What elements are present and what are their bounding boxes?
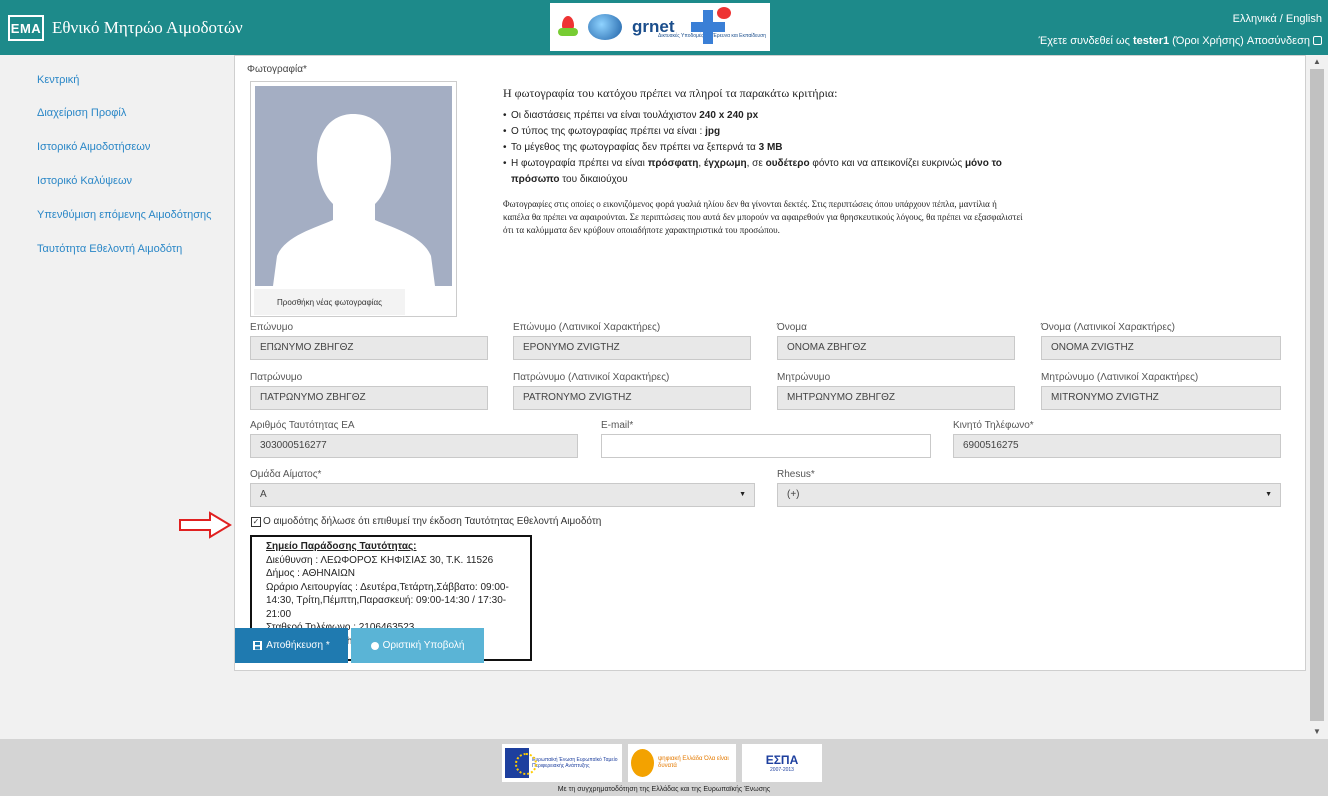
terms-link[interactable]: (Όροι Χρήσης) [1172, 35, 1244, 47]
photo-frame: Προσθήκη νέας φωτογραφίας [250, 81, 457, 317]
father-name-latin-field[interactable]: PATRONYMO ZVIGTHZ [513, 386, 751, 410]
app-title: Εθνικό Μητρώο Αιμοδοτών [52, 18, 243, 37]
criteria-item: Το μέγεθος της φωτογραφίας δεν πρέπει να… [503, 140, 1033, 156]
funding-logos: Ευρωπαϊκή Ένωση Ευρωπαϊκό Ταμείο Περιφερ… [502, 742, 828, 784]
brand[interactable]: ΕΜΑ Εθνικό Μητρώο Αιμοδοτών [8, 15, 243, 41]
add-photo-button[interactable]: Προσθήκη νέας φωτογραφίας [254, 289, 405, 315]
surname-latin-field[interactable]: EPONYMO ZVIGTHZ [513, 336, 751, 360]
surname-field[interactable]: ΕΠΩΝΥΜΟ ΖΒΗΓΘΖ [250, 336, 488, 360]
delivery-point-title: Σημείο Παράδοσης Ταυτότητας: [266, 541, 417, 552]
delivery-address: Διεύθυνση : ΛΕΩΦΟΡΟΣ ΚΗΦΙΣΙΑΣ 30, Τ.Κ. 1… [266, 554, 494, 566]
mother-name-latin-label: Μητρώνυμο (Λατινικοί Χαρακτήρες) [1041, 372, 1199, 383]
mother-name-latin-field[interactable]: MITRONYMO ZVIGTHZ [1041, 386, 1281, 410]
surname-latin-label: Επώνυμο (Λατινικοί Χαρακτήρες) [513, 322, 661, 333]
avatar-placeholder-icon [255, 86, 452, 286]
espa-years: 2007-2013 [770, 767, 794, 773]
logout-link[interactable]: Αποσύνδεση [1247, 35, 1310, 47]
criteria-item: Ο τύπος της φωτογραφίας πρέπει να είναι … [503, 124, 1033, 140]
father-name-field[interactable]: ΠΑΤΡΩΝΥΜΟ ΖΒΗΓΘΖ [250, 386, 488, 410]
eu-logo: Ευρωπαϊκή Ένωση Ευρωπαϊκό Ταμείο Περιφερ… [502, 744, 622, 782]
blood-drop-logo-icon [558, 14, 578, 40]
espa-logo-text: ΕΣΠΑ [765, 753, 799, 767]
scrollbar-thumb[interactable] [1310, 69, 1324, 721]
digital-greece-icon [631, 749, 655, 777]
delivery-hours: Ωράριο Λειτουργίας : Δευτέρα,Τετάρτη,Σάβ… [266, 581, 509, 620]
rhesus-value: (+) [787, 489, 800, 500]
scroll-down-arrow-icon[interactable]: ▼ [1313, 727, 1321, 736]
name-field[interactable]: ΟΝΟΜΑ ΖΒΗΓΘΖ [777, 336, 1015, 360]
dropdown-arrow-icon: ▼ [1265, 491, 1272, 498]
father-name-latin-label: Πατρώνυμο (Λατινικοί Χαρακτήρες) [513, 372, 670, 383]
sidebar-item-home[interactable]: Κεντρική [37, 74, 79, 86]
page-scrollbar[interactable]: ▲ ▼ [1306, 55, 1328, 739]
email-label: E-mail* [601, 420, 634, 431]
photo-label: Φωτογραφία* [247, 64, 307, 75]
name-latin-label: Όνομα (Λατινικοί Χαρακτήρες) [1041, 322, 1175, 333]
footer-caption: Με τη συγχρηματοδότηση της Ελλάδας και τ… [557, 786, 771, 793]
main-content: Φωτογραφία* Προσθήκη νέας φωτογραφίας Η … [179, 55, 1306, 671]
name-latin-field[interactable]: ONOMA ZVIGTHZ [1041, 336, 1281, 360]
final-submit-button-label: Οριστική Υποβολή [382, 640, 465, 651]
dropdown-arrow-icon: ▼ [739, 491, 746, 498]
delivery-municipality: Δήμος : ΑΘΗΝΑΙΩΝ [266, 568, 355, 579]
id-number-field[interactable]: 303000516277 [250, 434, 578, 458]
eu-logo-text: Ευρωπαϊκή Ένωση Ευρωπαϊκό Ταμείο Περιφερ… [532, 757, 618, 769]
digital-greece-logo: ψηφιακή Ελλάδα Όλα είναι δυνατά [628, 744, 736, 782]
footer: Ευρωπαϊκή Ένωση Ευρωπαϊκό Ταμείο Περιφερ… [0, 739, 1328, 796]
sidebar: Κεντρική Διαχείριση Προφίλ Ιστορικό Αιμο… [0, 55, 228, 739]
floppy-disk-icon [253, 641, 263, 650]
top-header: ΕΜΑ Εθνικό Μητρώο Αιμοδοτών grnet Δικτυα… [0, 0, 1328, 55]
donor-id-consent-checkbox[interactable]: ✓ [251, 517, 261, 527]
username: tester1 [1133, 35, 1170, 47]
espa-logo: ΕΣΠΑ 2007-2013 [742, 744, 822, 782]
scroll-up-arrow-icon[interactable]: ▲ [1313, 57, 1321, 66]
final-submit-button[interactable]: Οριστική Υποβολή [351, 628, 484, 663]
blood-group-select[interactable]: A ▼ [250, 483, 755, 507]
sidebar-item-donation-history[interactable]: Ιστορικό Αιμοδοτήσεων [37, 141, 150, 153]
ema-logo: ΕΜΑ [8, 15, 44, 41]
health-cross-logo-icon [690, 7, 731, 44]
criteria-note: Φωτογραφίες στις οποίες ο εικονιζόμενος … [503, 199, 1023, 235]
digital-greece-text: ψηφιακή Ελλάδα Όλα είναι δυνατά [658, 756, 729, 769]
criteria-title: Η φωτογραφία του κατόχου πρέπει να πληρο… [503, 86, 838, 100]
rhesus-label: Rhesus* [777, 469, 815, 480]
partner-logos: grnet Δικτυακές Υποδομές για Έρευνα και … [550, 3, 770, 51]
save-button[interactable]: Αποθήκευση * [235, 628, 348, 663]
logged-in-prefix: Έχετε συνδεθεί ως [1038, 35, 1130, 47]
criteria-item: Οι διαστάσεις πρέπει να είναι τουλάχιστο… [503, 108, 1033, 124]
father-name-label: Πατρώνυμο [250, 372, 303, 383]
mother-name-label: Μητρώνυμο [777, 372, 831, 383]
blood-group-value: A [260, 489, 267, 500]
name-label: Όνομα [777, 322, 807, 333]
id-number-label: Αριθμός Ταυτότητας ΕΑ [250, 420, 355, 431]
rhesus-select[interactable]: (+) ▼ [777, 483, 1281, 507]
eu-flag-icon [505, 748, 538, 778]
logout-icon[interactable] [1313, 36, 1322, 45]
sidebar-item-profile[interactable]: Διαχείριση Προφίλ [37, 107, 126, 119]
language-switch[interactable]: Ελληνικά / English [1233, 13, 1322, 25]
mobile-label: Κινητό Τηλέφωνο* [953, 420, 1034, 431]
sidebar-item-next-donation-reminder[interactable]: Υπενθύμιση επόμενης Αιμοδότησης [37, 209, 211, 221]
photo-criteria: Η φωτογραφία του κατόχου πρέπει να πληρο… [503, 86, 1033, 237]
grnet-globe-icon [588, 14, 622, 40]
sidebar-item-coverage-history[interactable]: Ιστορικό Καλύψεων [37, 175, 132, 187]
user-session-info: Έχετε συνδεθεί ως tester1 (Όροι Χρήσης) … [1039, 35, 1322, 47]
surname-label: Επώνυμο [250, 322, 294, 333]
red-arrow-icon [179, 511, 232, 539]
mother-name-field[interactable]: ΜΗΤΡΩΝΥΜΟ ΖΒΗΓΘΖ [777, 386, 1015, 410]
blood-group-label: Ομάδα Αίματος* [250, 469, 322, 480]
sidebar-item-donor-id-card[interactable]: Ταυτότητα Εθελοντή Αιμοδότη [37, 243, 182, 255]
mobile-field[interactable]: 6900516275 [953, 434, 1281, 458]
donor-id-consent-label: Ο αιμοδότης δήλωσε ότι επιθυμεί την έκδο… [263, 516, 602, 527]
criteria-item: Η φωτογραφία πρέπει να είναι πρόσφατη, έ… [503, 156, 1033, 188]
save-button-label: Αποθήκευση * [266, 640, 330, 651]
circle-icon [370, 641, 379, 650]
email-field[interactable] [601, 434, 931, 458]
criteria-list: Οι διαστάσεις πρέπει να είναι τουλάχιστο… [503, 108, 1033, 188]
